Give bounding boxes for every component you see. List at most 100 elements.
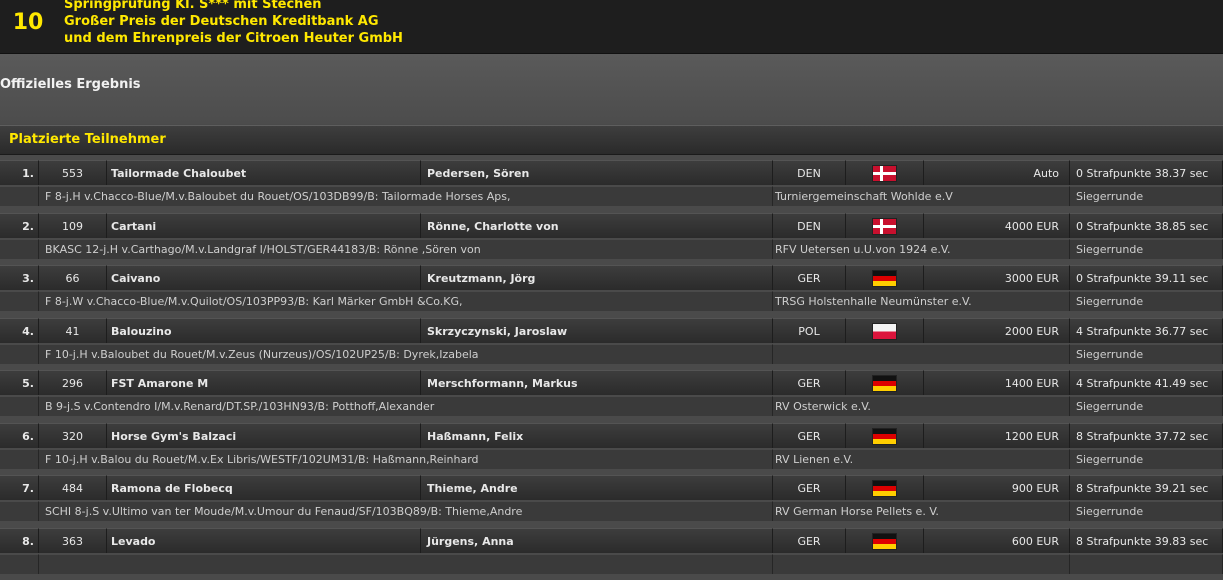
result-cell: 0 Strafpunkte 39.11 sec xyxy=(1070,265,1223,290)
horse-name-cell: Levado xyxy=(107,528,421,553)
club-cell xyxy=(773,344,1070,364)
prize-cell: 600 EUR xyxy=(924,528,1070,553)
horse-name-cell: Horse Gym's Balzaci xyxy=(107,423,421,448)
rider-name-cell: Thieme, Andre xyxy=(421,475,773,500)
horse-name-cell: Balouzino xyxy=(107,318,421,343)
denmark-flag-icon xyxy=(873,166,896,181)
result-entry: 7.484Ramona de FlobecqThieme, AndreGER90… xyxy=(0,475,1223,528)
detail-spacer xyxy=(0,186,39,206)
round-cell: Siegerrunde xyxy=(1070,396,1223,416)
round-cell: Siegerrunde xyxy=(1070,344,1223,364)
competition-title-line-3: und dem Ehrenpreis der Citroen Heuter Gm… xyxy=(64,31,403,46)
nation-cell: DEN xyxy=(773,213,846,238)
rider-name-cell: Jürgens, Anna xyxy=(421,528,773,553)
result-detail-row: BKASC 12-j.H v.Carthago/M.v.Landgraf I/H… xyxy=(0,239,1223,259)
horse-info-cell: F 10-j.H v.Baloubet du Rouet/M.v.Zeus (N… xyxy=(39,344,773,364)
result-entry: 8.363LevadoJürgens, AnnaGER600 EUR8 Stra… xyxy=(0,528,1223,580)
nation-cell: DEN xyxy=(773,160,846,185)
poland-flag-icon xyxy=(873,324,896,339)
prize-cell: Auto xyxy=(924,160,1070,185)
club-cell: RV German Horse Pellets e. V. xyxy=(773,501,1070,521)
detail-spacer xyxy=(0,449,39,469)
flag-cell xyxy=(846,318,924,343)
rank-cell: 4. xyxy=(0,318,39,343)
prize-cell: 1400 EUR xyxy=(924,370,1070,395)
round-cell: Siegerrunde xyxy=(1070,449,1223,469)
round-cell: Siegerrunde xyxy=(1070,501,1223,521)
horse-info-cell: F 8-j.W v.Chacco-Blue/M.v.Quilot/OS/103P… xyxy=(39,291,773,311)
germany-flag-icon xyxy=(873,429,896,444)
nation-cell: GER xyxy=(773,475,846,500)
rank-cell: 2. xyxy=(0,213,39,238)
nation-cell: GER xyxy=(773,370,846,395)
result-detail-row: F 8-j.H v.Chacco-Blue/M.v.Baloubet du Ro… xyxy=(0,186,1223,206)
detail-spacer xyxy=(0,239,39,259)
result-row[interactable]: 3.66CaivanoKreutzmann, JörgGER3000 EUR0 … xyxy=(0,265,1223,290)
competition-title-line-1: Springprüfung Kl. S*** mit Stechen xyxy=(64,0,322,12)
result-detail-row: B 9-j.S v.Contendro I/M.v.Renard/DT.SP./… xyxy=(0,396,1223,416)
germany-flag-icon xyxy=(873,534,896,549)
result-row[interactable]: 5.296FST Amarone MMerschformann, MarkusG… xyxy=(0,370,1223,395)
nation-cell: GER xyxy=(773,423,846,448)
horse-name-cell: Tailormade Chaloubet xyxy=(107,160,421,185)
horse-name-cell: Cartani xyxy=(107,213,421,238)
section-title: Platzierte Teilnehmer xyxy=(9,132,166,147)
horse-info-cell xyxy=(39,554,773,574)
germany-flag-icon xyxy=(873,481,896,496)
rider-name-cell: Haßmann, Felix xyxy=(421,423,773,448)
horse-name-cell: FST Amarone M xyxy=(107,370,421,395)
club-cell: TRSG Holstenhalle Neumünster e.V. xyxy=(773,291,1070,311)
horse-info-cell: B 9-j.S v.Contendro I/M.v.Renard/DT.SP./… xyxy=(39,396,773,416)
round-cell: Siegerrunde xyxy=(1070,186,1223,206)
prize-cell: 1200 EUR xyxy=(924,423,1070,448)
result-cell: 0 Strafpunkte 38.85 sec xyxy=(1070,213,1223,238)
result-detail-row xyxy=(0,554,1223,574)
detail-spacer xyxy=(0,501,39,521)
rank-cell: 1. xyxy=(0,160,39,185)
horse-info-cell: F 10-j.H v.Balou du Rouet/M.v.Ex Libris/… xyxy=(39,449,773,469)
club-cell xyxy=(773,554,1070,574)
prize-cell: 4000 EUR xyxy=(924,213,1070,238)
flag-cell xyxy=(846,160,924,185)
result-entry: 6.320Horse Gym's BalzaciHaßmann, FelixGE… xyxy=(0,423,1223,476)
flag-cell xyxy=(846,423,924,448)
result-row[interactable]: 6.320Horse Gym's BalzaciHaßmann, FelixGE… xyxy=(0,423,1223,448)
horse-info-cell: SCHI 8-j.S v.Ultimo van ter Moude/M.v.Um… xyxy=(39,501,773,521)
horse-name-cell: Ramona de Flobecq xyxy=(107,475,421,500)
result-row[interactable]: 2.109CartaniRönne, Charlotte vonDEN 4000 … xyxy=(0,213,1223,238)
result-cell: 8 Strafpunkte 39.21 sec xyxy=(1070,475,1223,500)
detail-spacer xyxy=(0,344,39,364)
result-detail-row: SCHI 8-j.S v.Ultimo van ter Moude/M.v.Um… xyxy=(0,501,1223,521)
result-detail-row: F 10-j.H v.Balou du Rouet/M.v.Ex Libris/… xyxy=(0,449,1223,469)
club-cell: Turniergemeinschaft Wohlde e.V xyxy=(773,186,1070,206)
result-row[interactable]: 8.363LevadoJürgens, AnnaGER600 EUR8 Stra… xyxy=(0,528,1223,553)
start-number-cell: 296 xyxy=(39,370,107,395)
detail-spacer xyxy=(0,291,39,311)
nation-cell: GER xyxy=(773,265,846,290)
section-bar: Platzierte Teilnehmer xyxy=(0,125,1223,155)
rider-name-cell: Kreutzmann, Jörg xyxy=(421,265,773,290)
prize-cell: 3000 EUR xyxy=(924,265,1070,290)
start-number-cell: 66 xyxy=(39,265,107,290)
horse-name-cell: Caivano xyxy=(107,265,421,290)
start-number-cell: 109 xyxy=(39,213,107,238)
club-cell: RV Osterwick e.V. xyxy=(773,396,1070,416)
prize-cell: 2000 EUR xyxy=(924,318,1070,343)
horse-info-cell: F 8-j.H v.Chacco-Blue/M.v.Baloubet du Ro… xyxy=(39,186,773,206)
flag-cell xyxy=(846,475,924,500)
results-table: 1.553Tailormade ChaloubetPedersen, Sören… xyxy=(0,160,1223,580)
rider-name-cell: Rönne, Charlotte von xyxy=(421,213,773,238)
subtitle-area: Offizielles Ergebnis xyxy=(0,54,1223,124)
result-detail-row: F 8-j.W v.Chacco-Blue/M.v.Quilot/OS/103P… xyxy=(0,291,1223,311)
result-row[interactable]: 7.484Ramona de FlobecqThieme, AndreGER90… xyxy=(0,475,1223,500)
rank-cell: 5. xyxy=(0,370,39,395)
result-row[interactable]: 4.41BalouzinoSkrzyczynski, JaroslawPOL20… xyxy=(0,318,1223,343)
detail-spacer xyxy=(0,396,39,416)
result-row[interactable]: 1.553Tailormade ChaloubetPedersen, Sören… xyxy=(0,160,1223,185)
competition-header: 10 Springprüfung Kl. S*** mit Stechen Gr… xyxy=(0,0,1223,54)
rider-name-cell: Skrzyczynski, Jaroslaw xyxy=(421,318,773,343)
nation-cell: GER xyxy=(773,528,846,553)
club-cell: RFV Uetersen u.U.von 1924 e.V. xyxy=(773,239,1070,259)
denmark-flag-icon xyxy=(873,219,896,234)
rider-name-cell: Merschformann, Markus xyxy=(421,370,773,395)
